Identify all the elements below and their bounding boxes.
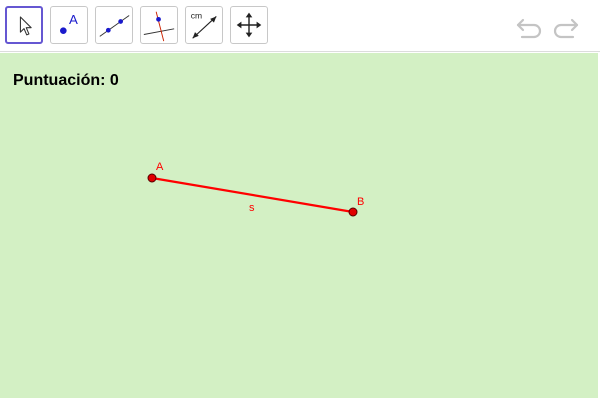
arrow-pointer-icon (19, 16, 32, 36)
score-value: 0 (109, 72, 119, 89)
point-tool-label: A (69, 12, 78, 27)
point-b[interactable] (348, 207, 358, 217)
toolbar: A cm (0, 0, 600, 52)
point-icon: A (60, 12, 78, 34)
line-through-two-points-icon (99, 15, 130, 37)
point-a[interactable] (147, 173, 157, 183)
move-view-tool-button[interactable] (230, 6, 268, 44)
point-tool-button[interactable]: A (50, 6, 88, 44)
score-label: Puntuación: (13, 72, 106, 89)
distance-tool-button[interactable]: cm (185, 6, 223, 44)
line-tool-button[interactable] (95, 6, 133, 44)
move-tool-button[interactable] (5, 6, 43, 44)
distance-tool-label: cm (191, 10, 202, 20)
redo-icon (553, 18, 579, 39)
perpendicular-line-tool-button[interactable] (140, 6, 178, 44)
score-text: Puntuación: 0 (13, 72, 119, 90)
graphics-view[interactable] (0, 53, 598, 398)
undo-icon (516, 18, 542, 39)
perpendicular-line-icon (143, 11, 175, 42)
move-graphics-view-icon (236, 12, 262, 38)
undo-button[interactable] (514, 12, 544, 42)
redo-button[interactable] (551, 12, 581, 42)
distance-measure-icon: cm (191, 10, 217, 39)
